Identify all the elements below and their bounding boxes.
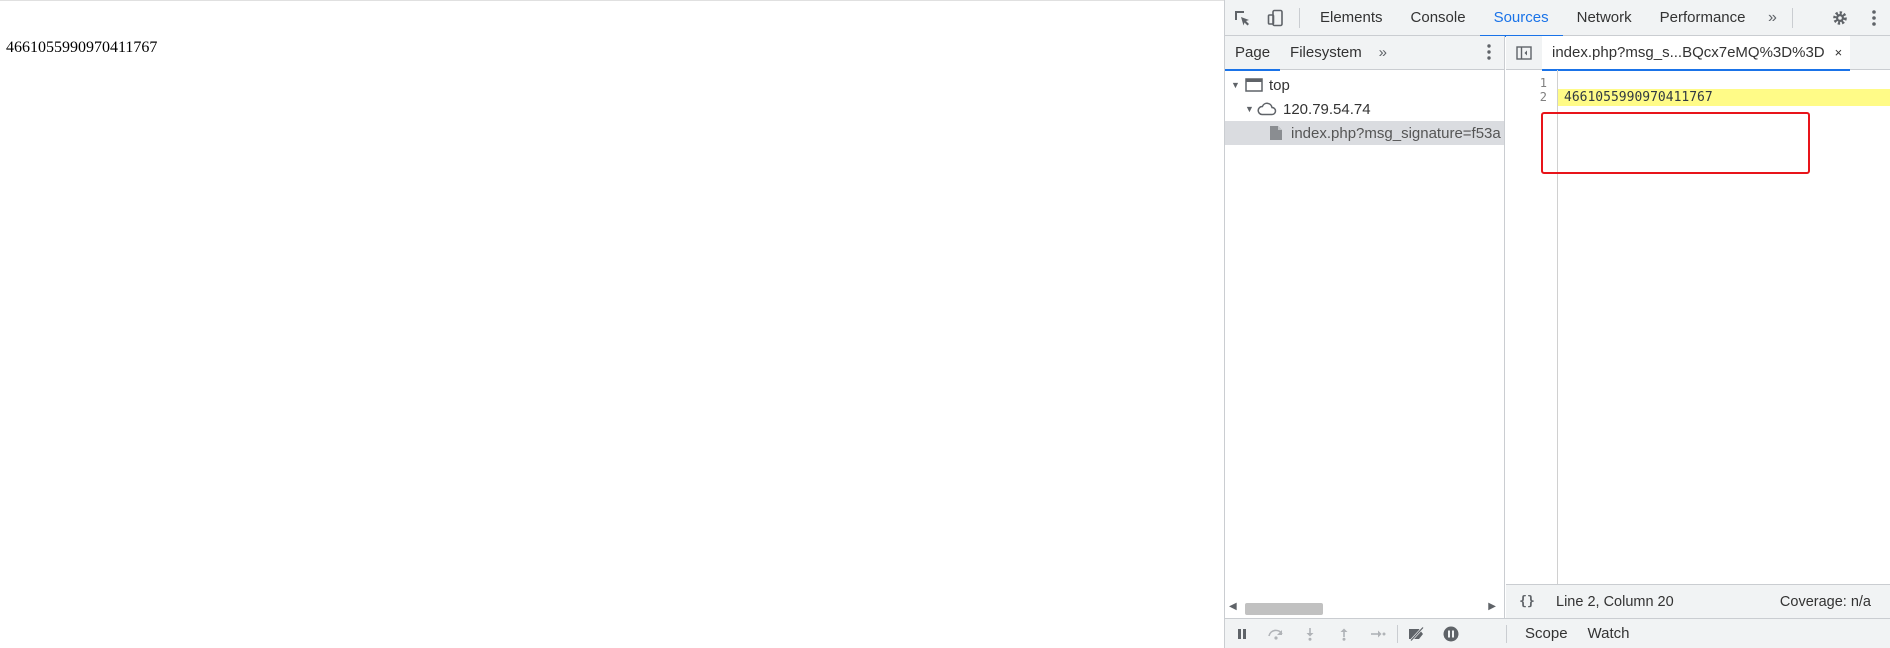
step-over-icon[interactable] bbox=[1259, 619, 1293, 648]
open-file-tab[interactable]: index.php?msg_s...BQcx7eMQ%3D%3D × bbox=[1542, 35, 1851, 71]
device-toolbar-icon[interactable] bbox=[1259, 0, 1293, 36]
scroll-right-arrow-icon[interactable]: ▶ bbox=[1488, 601, 1496, 612]
navigator-tabs: Page Filesystem » bbox=[1225, 36, 1504, 71]
devtools-toolbar: Elements Console Sources Network Perform… bbox=[1225, 0, 1890, 37]
tab-network[interactable]: Network bbox=[1563, 0, 1646, 36]
frame-icon bbox=[1245, 78, 1263, 92]
line-number[interactable]: 1 bbox=[1540, 76, 1547, 90]
code-line-highlighted[interactable]: 4661055990970411767 bbox=[1558, 89, 1890, 106]
editor-tabs: index.php?msg_s...BQcx7eMQ%3D%3D × bbox=[1506, 35, 1890, 71]
scroll-left-arrow-icon[interactable]: ◀ bbox=[1229, 601, 1237, 612]
close-tab-icon[interactable]: × bbox=[1835, 45, 1843, 60]
pause-on-exceptions-icon[interactable] bbox=[1434, 619, 1468, 648]
toggle-navigator-icon[interactable] bbox=[1506, 36, 1542, 70]
devtools-panel: Elements Console Sources Network Perform… bbox=[1224, 0, 1890, 648]
editor-status-bar: {} Line 2, Column 20 Coverage: n/a bbox=[1506, 584, 1890, 618]
pretty-print-braces-icon[interactable]: {} bbox=[1506, 594, 1548, 609]
tab-page[interactable]: Page bbox=[1225, 36, 1281, 71]
cursor-position: Line 2, Column 20 bbox=[1556, 593, 1674, 610]
navigator-menu-kebab-icon[interactable] bbox=[1486, 43, 1492, 64]
step-icon[interactable] bbox=[1361, 619, 1395, 648]
page-viewport: 4661055990970411767 bbox=[0, 0, 1224, 648]
settings-gear-icon[interactable] bbox=[1823, 0, 1857, 36]
tree-item-label: top bbox=[1269, 76, 1290, 94]
expand-triangle-icon[interactable]: ▼ bbox=[1231, 80, 1243, 90]
page-body-text: 4661055990970411767 bbox=[6, 39, 158, 56]
annotation-highlight-box bbox=[1541, 112, 1810, 174]
tree-item-domain[interactable]: ▼ 120.79.54.74 bbox=[1225, 97, 1504, 121]
more-navigator-tabs-chevron-icon[interactable]: » bbox=[1372, 44, 1394, 61]
customize-kebab-icon[interactable] bbox=[1857, 0, 1890, 36]
tab-elements[interactable]: Elements bbox=[1306, 0, 1397, 36]
tab-performance[interactable]: Performance bbox=[1646, 0, 1760, 36]
expand-triangle-icon[interactable]: ▼ bbox=[1245, 104, 1257, 114]
sources-navigator: Page Filesystem » ▼ top ▼ 120.79.54.74 i… bbox=[1225, 36, 1505, 618]
tab-scope[interactable]: Scope bbox=[1515, 625, 1578, 642]
navigator-horizontal-scrollbar[interactable]: ◀ ▶ bbox=[1225, 599, 1504, 618]
tab-console[interactable]: Console bbox=[1397, 0, 1480, 36]
line-number[interactable]: 2 bbox=[1540, 90, 1547, 104]
more-tabs-chevron-icon[interactable]: » bbox=[1760, 0, 1786, 36]
tree-item-label: index.php?msg_signature=f53a bbox=[1291, 124, 1501, 142]
tree-item-file[interactable]: index.php?msg_signature=f53a bbox=[1225, 121, 1504, 145]
open-file-tab-label: index.php?msg_s...BQcx7eMQ%3D%3D bbox=[1552, 44, 1825, 61]
tab-watch[interactable]: Watch bbox=[1578, 625, 1640, 642]
scrollbar-thumb[interactable] bbox=[1245, 603, 1323, 615]
cloud-icon bbox=[1257, 102, 1277, 116]
tab-sources[interactable]: Sources bbox=[1479, 0, 1563, 37]
tree-item-label: 120.79.54.74 bbox=[1283, 100, 1371, 118]
pause-icon[interactable] bbox=[1225, 619, 1259, 648]
code-area[interactable]: 1 2 4661055990970411767 bbox=[1506, 70, 1890, 584]
file-icon bbox=[1269, 125, 1283, 141]
debugger-separator bbox=[1506, 624, 1507, 643]
step-into-icon[interactable] bbox=[1293, 619, 1327, 648]
debugger-toolbar: Scope Watch bbox=[1225, 618, 1890, 648]
debugger-separator bbox=[1397, 624, 1398, 643]
toolbar-separator bbox=[1299, 7, 1300, 28]
step-out-icon[interactable] bbox=[1327, 619, 1361, 648]
tree-item-top[interactable]: ▼ top bbox=[1225, 73, 1504, 97]
tab-filesystem[interactable]: Filesystem bbox=[1280, 36, 1372, 70]
deactivate-breakpoints-icon[interactable] bbox=[1400, 619, 1434, 648]
inspect-element-icon[interactable] bbox=[1225, 0, 1259, 36]
source-editor: index.php?msg_s...BQcx7eMQ%3D%3D × 1 2 4… bbox=[1506, 35, 1890, 618]
toolbar-separator bbox=[1791, 7, 1793, 28]
coverage-status: Coverage: n/a bbox=[1779, 593, 1871, 610]
